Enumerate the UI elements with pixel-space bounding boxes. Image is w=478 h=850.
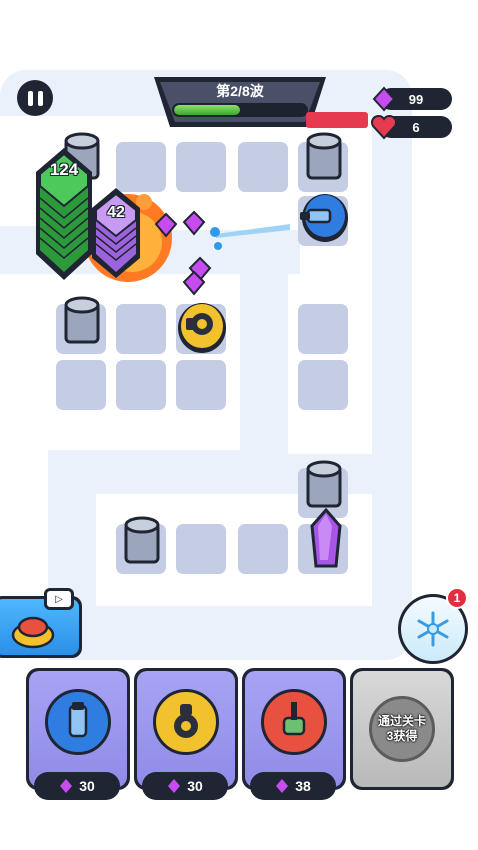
gem-icon xyxy=(372,86,396,112)
tile[interactable] xyxy=(116,360,166,410)
gem-count: 99 xyxy=(408,91,424,107)
red-tank-icon xyxy=(261,689,327,755)
notification-badge: 1 xyxy=(446,587,468,609)
gem-icon xyxy=(60,779,73,793)
base-health-bar xyxy=(306,112,368,128)
tile[interactable] xyxy=(238,142,288,192)
cost-tag: 38 xyxy=(250,772,336,800)
projectile-icon xyxy=(210,224,290,250)
enemy-hp-label: 42 xyxy=(107,204,125,221)
lives-count: 6 xyxy=(412,119,420,135)
yellow-mortar-tower[interactable] xyxy=(176,298,228,356)
wave-progress-bar xyxy=(172,103,308,117)
wave-indicator: 第2/8波 xyxy=(152,75,328,129)
snowflake-icon xyxy=(417,611,449,647)
tile[interactable] xyxy=(238,524,288,574)
tile[interactable] xyxy=(116,304,166,354)
crystal-icon xyxy=(310,508,342,568)
path-middle xyxy=(48,450,288,494)
gem-icon xyxy=(182,256,212,296)
red-button-icon xyxy=(11,616,55,649)
wave-label: 第2/8波 xyxy=(216,83,264,99)
tile[interactable] xyxy=(56,360,106,410)
tile[interactable] xyxy=(298,304,348,354)
stone-pillar-icon xyxy=(124,516,160,564)
blue-cannon-tower[interactable] xyxy=(298,186,350,246)
wave-progress-fill xyxy=(174,105,240,115)
locked-tower-badge: 通过关卡 3获得 xyxy=(369,696,435,762)
cost-tag: 30 xyxy=(34,772,120,800)
yellow-mortar-icon xyxy=(153,689,219,755)
pause-button[interactable] xyxy=(17,80,53,116)
enemy-hp-label: 124 xyxy=(49,160,79,179)
tile[interactable] xyxy=(298,360,348,410)
gem-icon xyxy=(168,779,181,793)
tile[interactable] xyxy=(176,142,226,192)
cost-value: 30 xyxy=(79,778,95,794)
unlock-condition-text: 3获得 xyxy=(386,729,418,743)
blue-cannon-icon xyxy=(45,689,111,755)
gem-icon xyxy=(154,210,206,238)
stone-pillar-icon xyxy=(306,132,342,180)
unlock-condition-text: 通过关卡 xyxy=(377,714,426,728)
tile[interactable] xyxy=(176,524,226,574)
stone-pillar-icon xyxy=(306,460,342,508)
path-bend xyxy=(240,230,288,454)
stone-pillar-icon xyxy=(64,296,100,344)
enemy-stack-purple xyxy=(92,188,140,278)
cost-tag: 30 xyxy=(142,772,228,800)
gem-icon xyxy=(276,779,289,793)
heart-icon xyxy=(370,114,398,140)
tile[interactable] xyxy=(176,360,226,410)
locked-tower-card[interactable]: 通过关卡 3获得 xyxy=(350,668,454,790)
cost-value: 38 xyxy=(295,778,311,794)
video-camera-icon: ▷ xyxy=(44,588,74,610)
cost-value: 30 xyxy=(187,778,203,794)
